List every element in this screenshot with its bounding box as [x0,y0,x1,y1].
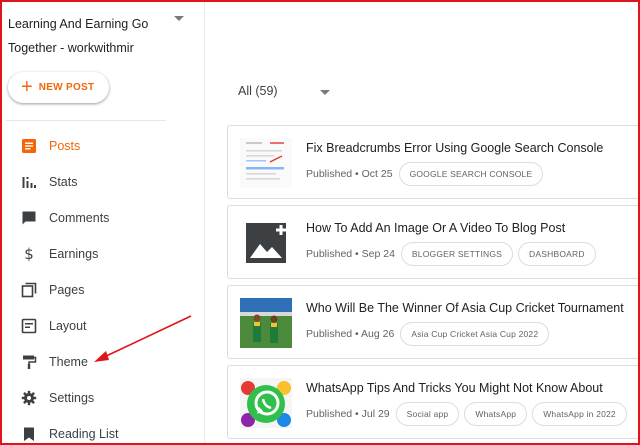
sidebar-item-comments[interactable]: Comments [2,200,202,236]
sidebar-item-posts[interactable]: Posts [2,128,202,164]
post-filter-dropdown[interactable]: All (59) [238,84,330,98]
add-image-icon [246,223,286,263]
comments-icon [20,209,38,227]
dollar-icon: $ [24,245,34,263]
post-label-chip[interactable]: Asia Cup Cricket Asia Cup 2022 [400,322,550,346]
new-post-label: NEW POST [38,82,95,93]
post-meta: Published • Aug 26 Asia Cup Cricket Asia… [306,322,554,346]
post-meta: Published • Sep 24 BLOGGER SETTINGS DASH… [306,242,601,266]
post-date: Published • Oct 25 [306,168,393,180]
post-thumbnail [240,378,292,428]
post-title[interactable]: Who Will Be The Winner Of Asia Cup Crick… [306,301,624,315]
sidebar-divider [6,120,166,121]
post-thumbnail [240,218,292,268]
sidebar-item-label: Layout [49,319,87,333]
sidebar-item-label: Settings [49,391,95,405]
post-meta: Published • Oct 25 GOOGLE SEARCH CONSOLE [306,162,548,186]
blog-title-line1: Learning And Earning Go [8,17,149,31]
main-content: All (59) Fix Breadcrumbs Error Using Goo… [206,2,640,443]
post-row[interactable]: Fix Breadcrumbs Error Using Google Searc… [227,125,640,199]
sidebar-item-layout[interactable]: Layout [2,308,202,344]
bookmark-icon [20,425,38,443]
posts-icon [20,137,38,155]
chevron-down-icon [320,90,330,95]
post-label-chip[interactable]: GOOGLE SEARCH CONSOLE [398,162,544,186]
post-date: Published • Aug 26 [306,328,395,340]
sidebar-item-settings[interactable]: Settings [2,380,202,416]
sidebar-nav: Posts Stats Comments $ Earnings Pages La… [2,128,202,443]
whatsapp-icon [240,378,292,428]
post-title[interactable]: Fix Breadcrumbs Error Using Google Searc… [306,141,603,155]
sidebar-item-reading-list[interactable]: Reading List [2,416,202,443]
layout-icon [20,317,38,335]
new-post-button[interactable]: + NEW POST [8,72,109,103]
sidebar-item-label: Theme [49,355,88,369]
post-label-chip[interactable]: Social app [395,402,460,426]
post-label-chip[interactable]: DASHBOARD [518,242,596,266]
blog-title-line2: Together - workwithmir [8,41,134,55]
post-label-chip[interactable]: WhatsApp [464,402,528,426]
sidebar-item-label: Stats [49,175,78,189]
pages-icon [20,281,38,299]
blog-title[interactable]: Learning And Earning Go Together - workw… [8,12,178,60]
sidebar: Learning And Earning Go Together - workw… [2,2,205,443]
sidebar-item-label: Reading List [49,427,119,441]
gear-icon [20,389,38,407]
post-date: Published • Jul 29 [306,408,390,420]
plus-icon: + [21,75,33,98]
post-title[interactable]: How To Add An Image Or A Video To Blog P… [306,221,565,235]
post-thumbnail [240,138,292,188]
sidebar-item-theme[interactable]: Theme [2,344,202,380]
post-thumbnail [240,298,292,348]
post-title[interactable]: WhatsApp Tips And Tricks You Might Not K… [306,381,603,395]
sidebar-item-label: Comments [49,211,110,225]
post-filter-label: All (59) [238,84,278,98]
paint-roller-icon [20,353,38,371]
post-meta: Published • Jul 29 Social app WhatsApp W… [306,402,632,426]
stats-icon [20,173,38,191]
post-row[interactable]: Who Will Be The Winner Of Asia Cup Crick… [227,285,640,359]
sidebar-item-label: Posts [49,139,81,153]
sidebar-item-label: Pages [49,283,85,297]
post-label-chip[interactable]: WhatsApp in 2022 [532,402,627,426]
sidebar-item-stats[interactable]: Stats [2,164,202,200]
sidebar-item-pages[interactable]: Pages [2,272,202,308]
post-row[interactable]: How To Add An Image Or A Video To Blog P… [227,205,640,279]
post-label-chip[interactable]: BLOGGER SETTINGS [400,242,514,266]
sidebar-item-label: Earnings [49,247,99,261]
post-date: Published • Sep 24 [306,248,395,260]
sidebar-item-earnings[interactable]: $ Earnings [2,236,202,272]
post-row[interactable]: WhatsApp Tips And Tricks You Might Not K… [227,365,640,439]
chevron-down-icon[interactable] [174,16,184,21]
